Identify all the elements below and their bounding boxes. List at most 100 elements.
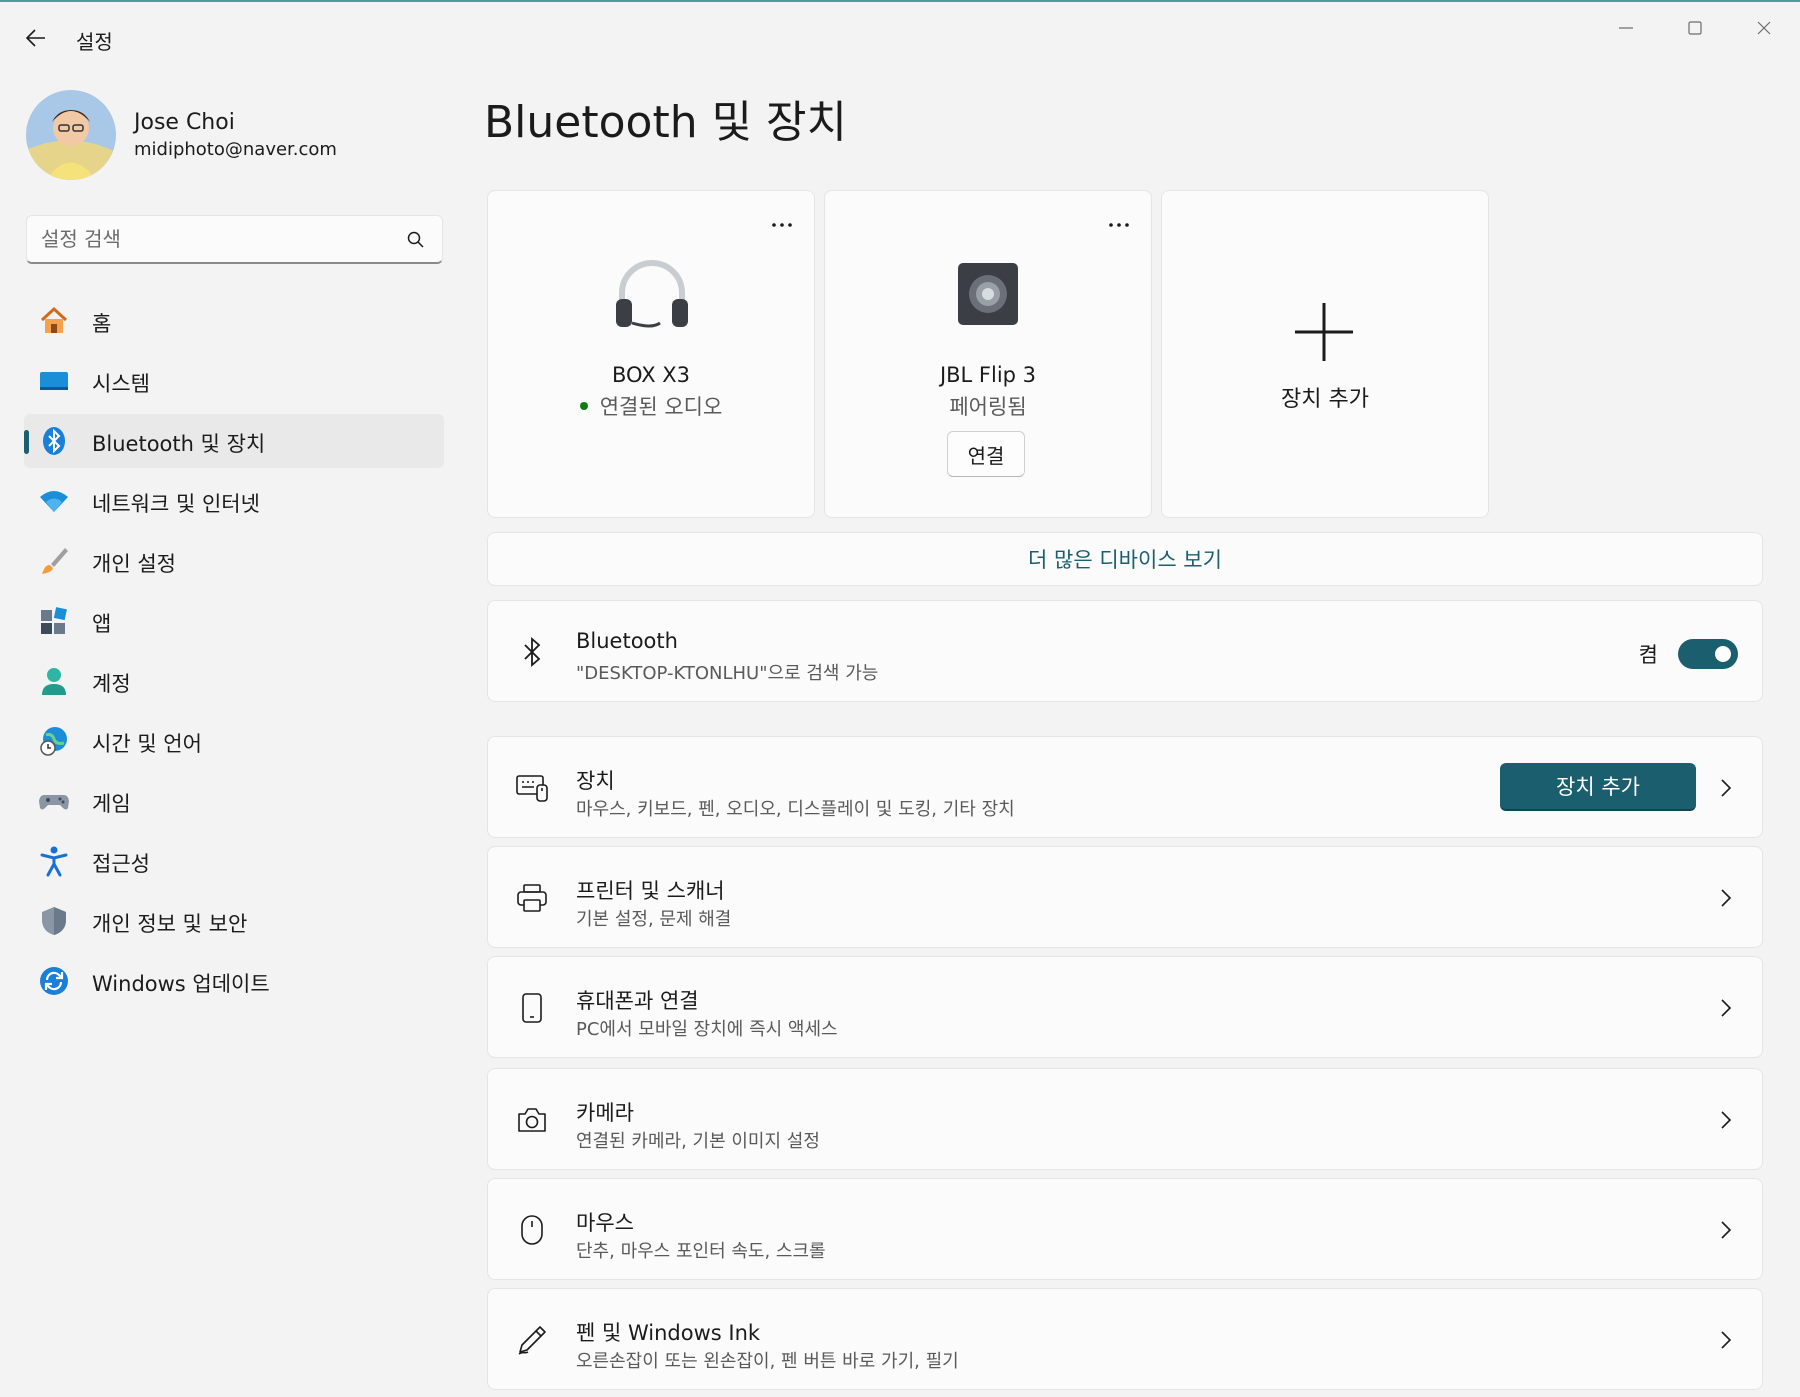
avatar[interactable] (26, 90, 116, 180)
more-icon (1109, 223, 1129, 227)
device-status: 연결된 오디오 (488, 391, 814, 421)
add-device-label: 장치 추가 (1281, 387, 1369, 412)
search-box[interactable] (26, 215, 443, 264)
bluetooth-toggle[interactable] (1678, 639, 1738, 669)
device-card-jbl-flip-3[interactable]: JBL Flip 3 페어링됨 연결 (824, 190, 1152, 518)
phone-icon (514, 990, 550, 1026)
row-title: 장치 (576, 769, 615, 793)
toggle-knob (1715, 646, 1731, 662)
back-button[interactable] (16, 20, 56, 56)
row-subtitle: 단추, 마우스 포인터 속도, 스크롤 (576, 1241, 826, 1262)
sidebar-item-bluetooth[interactable]: Bluetooth 및 장치 (24, 414, 444, 468)
connected-dot (579, 402, 588, 410)
sidebar-item-label: 시간 및 언어 (92, 732, 202, 756)
search-icon[interactable] (406, 230, 426, 250)
sidebar-item-label: 개인 정보 및 보안 (92, 912, 248, 936)
chevron-right-icon (1716, 885, 1736, 911)
sidebar-item-time-language[interactable]: 시간 및 언어 (24, 714, 444, 768)
update-icon (38, 965, 70, 997)
account-icon (38, 665, 70, 697)
bluetooth-icon (514, 634, 550, 670)
headphones-icon (616, 260, 688, 328)
sidebar-item-system[interactable]: 시스템 (24, 354, 444, 408)
connect-button[interactable]: 연결 (947, 431, 1025, 477)
sidebar-item-network[interactable]: 네트워크 및 인터넷 (24, 474, 444, 528)
sidebar-item-windows-update[interactable]: Windows 업데이트 (24, 954, 444, 1008)
search-input[interactable] (41, 216, 391, 262)
apps-icon (38, 605, 70, 637)
row-title: 프린터 및 스캐너 (576, 879, 725, 903)
sidebar-item-label: 접근성 (92, 852, 150, 876)
sidebar-item-label: 홈 (92, 312, 112, 336)
arrow-left-icon (26, 29, 45, 47)
toggle-state-label: 켬 (1638, 643, 1658, 667)
system-icon (38, 365, 70, 397)
more-options-button[interactable] (1101, 211, 1137, 239)
sidebar-item-gaming[interactable]: 게임 (24, 774, 444, 828)
sidebar-item-label: 게임 (92, 792, 131, 816)
chevron-right-icon (1716, 995, 1736, 1021)
row-subtitle: 기본 설정, 문제 해결 (576, 909, 732, 930)
more-options-button[interactable] (764, 211, 800, 239)
avatar-image (26, 90, 116, 180)
device-name: JBL Flip 3 (939, 363, 1037, 387)
camera-icon (514, 1102, 550, 1138)
sidebar-nav: 홈 시스템 Bluetooth 및 장치 네트워크 및 인터넷 개인 설정 앱 (24, 294, 444, 1014)
row-subtitle: PC에서 모바일 장치에 즉시 액세스 (576, 1019, 838, 1040)
time-language-icon (38, 725, 70, 757)
device-status: 페어링됨 (949, 395, 1027, 419)
sidebar-item-personalization[interactable]: 개인 설정 (24, 534, 444, 588)
row-title: 카메라 (576, 1101, 634, 1125)
sidebar-item-label: Windows 업데이트 (92, 972, 270, 996)
device-card-box-x3[interactable]: BOX X3 연결된 오디오 (487, 190, 815, 518)
chevron-right-icon (1716, 1107, 1736, 1133)
row-title: 마우스 (576, 1211, 634, 1235)
sidebar-item-privacy[interactable]: 개인 정보 및 보안 (24, 894, 444, 948)
more-icon (772, 223, 792, 227)
sidebar-item-apps[interactable]: 앱 (24, 594, 444, 648)
sidebar-item-accounts[interactable]: 계정 (24, 654, 444, 708)
sidebar-item-label: Bluetooth 및 장치 (92, 432, 266, 456)
chevron-right-icon (1716, 1217, 1736, 1243)
devices-row[interactable]: 장치 마우스, 키보드, 펜, 오디오, 디스플레이 및 도킹, 기타 장치 장… (487, 736, 1763, 838)
row-subtitle: 연결된 카메라, 기본 이미지 설정 (576, 1131, 820, 1152)
device-name: BOX X3 (611, 363, 691, 387)
title-bar: 설정 (0, 2, 1800, 72)
sidebar-item-accessibility[interactable]: 접근성 (24, 834, 444, 888)
mouse-row[interactable]: 마우스 단추, 마우스 포인터 속도, 스크롤 (487, 1178, 1763, 1280)
sidebar-item-label: 시스템 (92, 372, 150, 396)
sidebar-item-home[interactable]: 홈 (24, 294, 444, 348)
home-icon (38, 305, 70, 337)
bluetooth-toggle-row: Bluetooth "DESKTOP-KTONLHU"으로 검색 가능 켬 (487, 600, 1763, 702)
sidebar-item-label: 네트워크 및 인터넷 (92, 492, 260, 516)
devices-icon (514, 770, 550, 806)
printer-icon (514, 880, 550, 916)
brush-icon (38, 545, 70, 577)
user-email: midiphoto@naver.com (134, 139, 337, 160)
minimize-icon (1619, 27, 1633, 29)
app-title: 설정 (76, 30, 113, 54)
plus-icon (1295, 303, 1353, 361)
active-indicator (24, 430, 29, 454)
gamepad-icon (38, 785, 70, 817)
printers-scanners-row[interactable]: 프린터 및 스캐너 기본 설정, 문제 해결 (487, 846, 1763, 948)
phone-link-row[interactable]: 휴대폰과 연결 PC에서 모바일 장치에 즉시 액세스 (487, 956, 1763, 1058)
close-icon (1757, 21, 1771, 35)
mouse-icon (514, 1212, 550, 1248)
speaker-icon (958, 263, 1018, 325)
close-button[interactable] (1736, 8, 1792, 48)
row-subtitle: "DESKTOP-KTONLHU"으로 검색 가능 (576, 663, 879, 684)
camera-row[interactable]: 카메라 연결된 카메라, 기본 이미지 설정 (487, 1068, 1763, 1170)
accessibility-icon (38, 845, 70, 877)
device-status-text: 연결된 오디오 (599, 395, 723, 419)
row-title: 펜 및 Windows Ink (576, 1321, 761, 1345)
maximize-button[interactable] (1667, 8, 1723, 48)
add-device-card[interactable]: 장치 추가 (1161, 190, 1489, 518)
add-device-button[interactable]: 장치 추가 (1500, 763, 1696, 811)
view-more-devices-button[interactable]: 더 많은 디바이스 보기 (487, 532, 1763, 586)
minimize-button[interactable] (1598, 8, 1654, 48)
user-name: Jose Choi (134, 110, 235, 135)
pen-windows-ink-row[interactable]: 펜 및 Windows Ink 오른손잡이 또는 왼손잡이, 펜 버튼 바로 가… (487, 1288, 1763, 1390)
row-title: Bluetooth (576, 629, 678, 653)
wifi-icon (38, 485, 70, 517)
